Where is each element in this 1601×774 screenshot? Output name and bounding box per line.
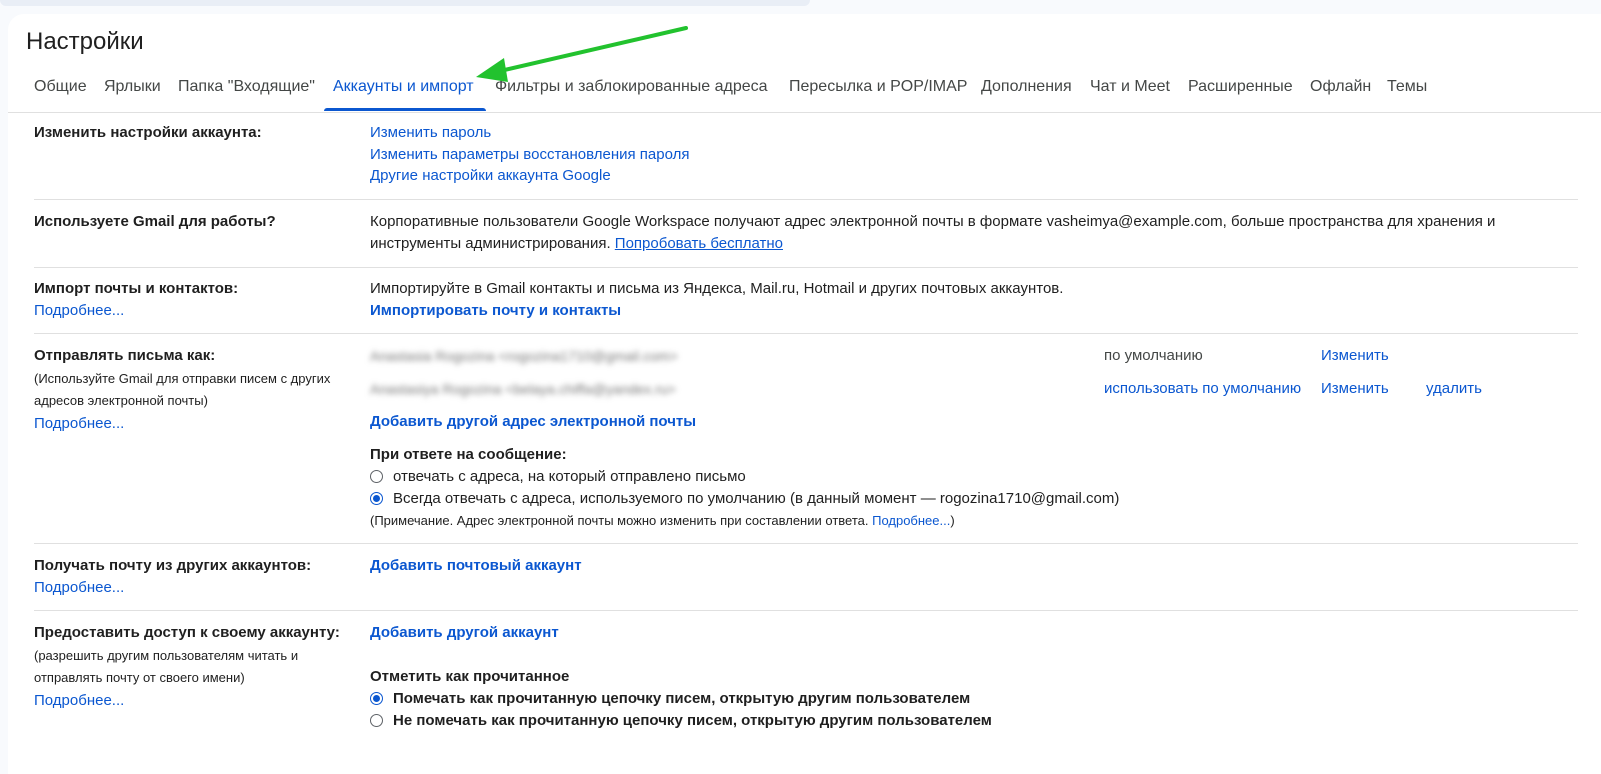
tab-addons[interactable]: Дополнения <box>981 78 1072 96</box>
tab-accounts-import[interactable]: Аккаунты и импорт <box>333 78 474 96</box>
address-2-edit-link[interactable]: Изменить <box>1321 380 1389 397</box>
send-as-address-2: Anastasiya Rogozina <belaya.chiffa@yande… <box>370 381 676 397</box>
address-2-make-default-link[interactable]: использовать по умолчанию <box>1104 380 1301 397</box>
reply-option-2-radio[interactable] <box>370 492 383 505</box>
grant-label: Предоставить доступ к своему аккаунту: <box>34 624 340 641</box>
send-as-address-1: Anastasia Rogozina <rogozina1710@gmail.c… <box>370 348 678 364</box>
settings-tabs: Общие Ярлыки Папка "Входящие" Аккаунты и… <box>8 74 1601 113</box>
workspace-text-line1: Корпоративные пользователи Google Worksp… <box>370 213 1496 230</box>
reply-option-1[interactable]: отвечать с адреса, на который отправлено… <box>370 468 746 485</box>
add-email-address-button[interactable]: Добавить другой адрес электронной почты <box>370 413 696 430</box>
account-settings-label: Изменить настройки аккаунта: <box>34 124 262 141</box>
reply-note: (Примечание. Адрес электронной почты мож… <box>370 513 955 528</box>
annotation-arrow <box>476 26 688 82</box>
workspace-label: Используете Gmail для работы? <box>34 213 276 230</box>
mark-read-option-2-label: Не помечать как прочитанную цепочку писе… <box>393 712 992 729</box>
send-as-label: Отправлять письма как: <box>34 347 216 364</box>
tab-general[interactable]: Общие <box>34 78 87 96</box>
send-as-more-link[interactable]: Подробнее... <box>34 415 124 432</box>
mark-read-option-2[interactable]: Не помечать как прочитанную цепочку писе… <box>370 712 992 729</box>
tab-offline[interactable]: Офлайн <box>1310 78 1371 96</box>
google-account-settings-link[interactable]: Другие настройки аккаунта Google <box>370 167 611 184</box>
reply-option-2-label: Всегда отвечать с адреса, используемого … <box>393 490 1120 507</box>
change-password-link[interactable]: Изменить пароль <box>370 124 491 141</box>
send-as-description: (Используйте Gmail для отправки писем с … <box>34 371 331 408</box>
workspace-text-line2-text: инструменты администрирования. <box>370 235 615 252</box>
receive-label: Получать почту из других аккаунтов: <box>34 557 312 574</box>
tab-forwarding[interactable]: Пересылка и POP/IMAP <box>789 78 967 96</box>
address-1-status: по умолчанию <box>1104 347 1203 364</box>
tab-themes[interactable]: Темы <box>1387 78 1427 96</box>
row-import: Импорт почты и контактов: Подробнее... И… <box>34 267 1578 334</box>
import-text: Импортируйте в Gmail контакты и письма и… <box>370 280 1064 297</box>
grant-more-link[interactable]: Подробнее... <box>34 692 124 709</box>
import-more-link[interactable]: Подробнее... <box>34 302 124 319</box>
tab-advanced[interactable]: Расширенные <box>1188 78 1293 96</box>
row-send-as: Отправлять письма как: (Используйте Gmai… <box>34 333 1578 544</box>
import-label: Импорт почты и контактов: <box>34 280 239 297</box>
tab-labels[interactable]: Ярлыки <box>104 78 161 96</box>
reply-note-more-link[interactable]: Подробнее... <box>872 513 950 528</box>
mark-read-option-1-label: Помечать как прочитанную цепочку писем, … <box>393 690 971 707</box>
mark-read-option-1-radio[interactable] <box>370 692 383 705</box>
receive-more-link[interactable]: Подробнее... <box>34 579 124 596</box>
reply-option-1-label: отвечать с адреса, на который отправлено… <box>393 468 746 485</box>
add-another-account-button[interactable]: Добавить другой аккаунт <box>370 624 559 641</box>
import-mail-contacts-button[interactable]: Импортировать почту и контакты <box>370 302 621 319</box>
reply-option-1-radio[interactable] <box>370 470 383 483</box>
reply-heading: При ответе на сообщение: <box>370 446 567 463</box>
mark-read-option-1[interactable]: Помечать как прочитанную цепочку писем, … <box>370 690 970 707</box>
grant-description: (разрешить другим пользователям читать и… <box>34 648 299 685</box>
address-1-edit-link[interactable]: Изменить <box>1321 347 1389 364</box>
add-mail-account-button[interactable]: Добавить почтовый аккаунт <box>370 557 582 574</box>
page-title: Настройки <box>26 28 144 55</box>
change-recovery-link[interactable]: Изменить параметры восстановления пароля <box>370 146 689 163</box>
row-account-settings: Изменить настройки аккаунта: Изменить па… <box>34 122 1578 200</box>
reply-note-end: ) <box>950 513 955 528</box>
tab-inbox[interactable]: Папка "Входящие" <box>178 78 315 96</box>
address-2-delete-link[interactable]: удалить <box>1426 380 1482 397</box>
mark-read-option-2-radio[interactable] <box>370 714 383 727</box>
active-tab-indicator <box>324 108 486 111</box>
reply-option-2[interactable]: Всегда отвечать с адреса, используемого … <box>370 490 1119 507</box>
workspace-text-line2: инструменты администрирования. Попробова… <box>370 235 783 252</box>
search-bar-edge <box>0 0 810 6</box>
reply-note-text: (Примечание. Адрес электронной почты мож… <box>370 513 873 528</box>
row-workspace: Используете Gmail для работы? Корпоратив… <box>34 199 1578 268</box>
row-grant-access: Предоставить доступ к своему аккаунту: (… <box>34 610 1578 770</box>
mark-read-heading: Отметить как прочитанное <box>370 668 570 685</box>
tab-chat-meet[interactable]: Чат и Meet <box>1090 78 1170 96</box>
row-receive-mail: Получать почту из других аккаунтов: Подр… <box>34 543 1578 611</box>
try-free-link[interactable]: Попробовать бесплатно <box>615 235 783 252</box>
